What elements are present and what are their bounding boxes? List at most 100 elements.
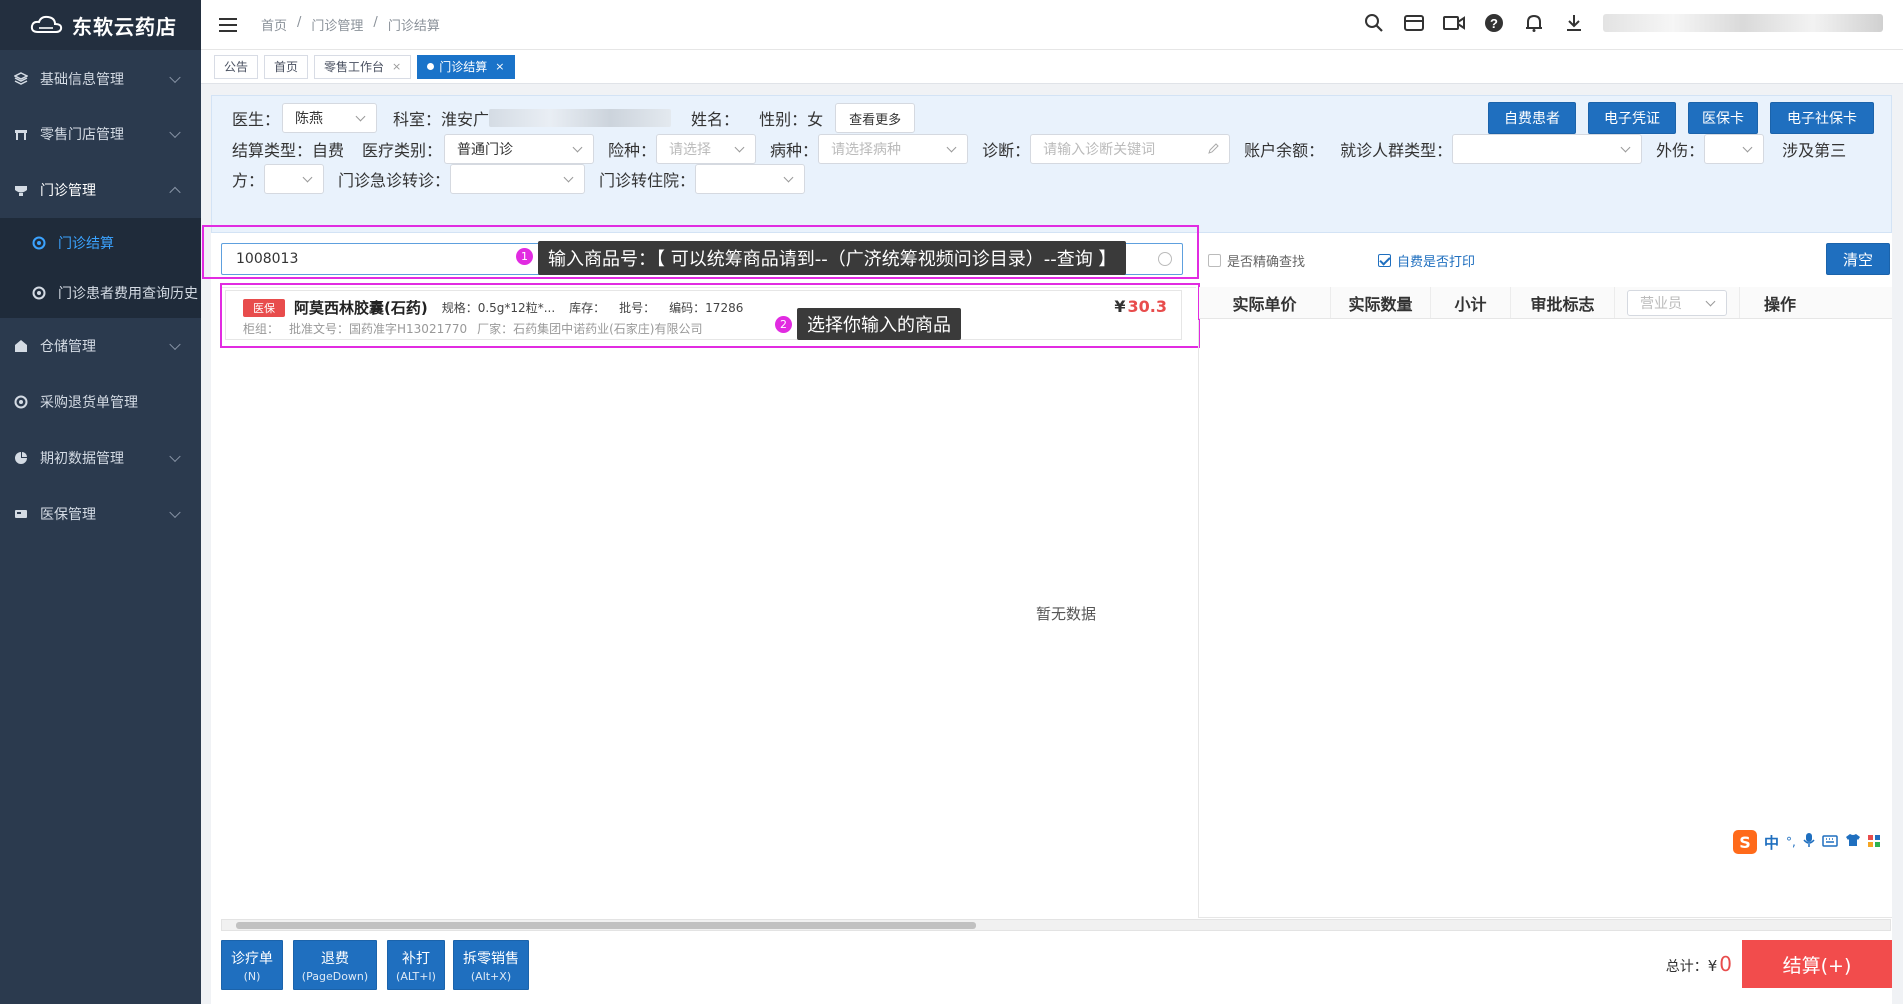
third-party-select[interactable]	[264, 164, 325, 194]
crowd-type-select[interactable]	[1452, 134, 1643, 164]
sidebar-item-patient-history[interactable]: 门诊患者费用查询历史	[0, 268, 201, 318]
price-symbol: ¥	[1114, 297, 1126, 316]
settle-icon	[30, 234, 48, 252]
scrollbar-thumb[interactable]	[236, 922, 976, 929]
menu-toggle-icon[interactable]	[219, 17, 237, 32]
exact-search-checkbox[interactable]: 是否精确查找	[1208, 251, 1305, 270]
button-shortcut: (N)	[243, 969, 261, 983]
chevron-down-icon	[734, 142, 745, 153]
sidebar-item-purchase-return[interactable]: 采购退货单管理	[0, 374, 201, 430]
close-icon[interactable]: ×	[495, 60, 504, 73]
bell-icon[interactable]	[1523, 12, 1545, 34]
e-social-card-button[interactable]: 电子社保卡	[1770, 102, 1874, 134]
diagnosis-input[interactable]: 请输入诊断关键词	[1030, 134, 1231, 164]
col-operation: 操作	[1763, 294, 1796, 314]
tab-retail-workbench[interactable]: 零售工作台 ×	[314, 54, 412, 79]
ime-lang[interactable]: 中	[1764, 832, 1779, 853]
crowd-type-label: 就诊人群类型：	[1340, 141, 1453, 160]
diagnosis-placeholder: 请输入诊断关键词	[1043, 142, 1156, 158]
bottom-action-bar: 诊疗单 (N) 退费 (PageDown) 补打 (ALT+I) 拆零销售 (Alt+X…	[211, 940, 1892, 1004]
clear-input-icon[interactable]	[1158, 252, 1172, 266]
ime-logo[interactable]: S	[1733, 830, 1757, 854]
cloud-logo-icon	[30, 15, 63, 33]
doctor-select[interactable]: 陈燕	[282, 103, 378, 133]
annotation-number-1: 1	[516, 248, 533, 265]
breadcrumb: 首页 / 门诊管理 / 门诊结算	[261, 15, 440, 34]
product-approval: 批准文号：国药准字H13021770	[289, 322, 468, 336]
sidebar-item-initial-data[interactable]: 期初数据管理	[0, 430, 201, 486]
empty-state-text: 暂无数据	[1036, 605, 1097, 623]
tab-home[interactable]: 首页	[264, 54, 309, 79]
sidebar-item-medical-insurance[interactable]: 医保管理	[0, 486, 201, 542]
reprint-button[interactable]: 补打 (ALT+I)	[387, 940, 445, 990]
grid-menu-icon[interactable]	[1867, 833, 1880, 851]
chevron-down-icon	[169, 71, 181, 84]
col-salesman: 营业员	[1615, 287, 1740, 318]
chevron-down-icon	[572, 142, 583, 153]
app-logo[interactable]: 东软云药店	[0, 0, 201, 50]
product-price: ¥30.3	[1114, 297, 1167, 316]
disease-label: 病种：	[770, 141, 819, 160]
refund-button[interactable]: 退费 (PageDown)	[293, 940, 377, 990]
chevron-up-icon	[169, 186, 181, 199]
disease-select[interactable]: 请选择病种	[818, 134, 969, 164]
stethoscope-icon	[12, 181, 30, 199]
sidebar-item-label: 门诊患者费用查询历史	[58, 286, 198, 302]
clear-button[interactable]: 清空	[1826, 243, 1890, 275]
history-icon	[30, 284, 48, 302]
user-info-redacted[interactable]	[1603, 14, 1883, 32]
breadcrumb-home[interactable]: 首页	[261, 15, 287, 34]
tab-label: 首页	[274, 60, 299, 74]
product-result-panel: 医保 阿莫西林胶囊(石药) 规格：0.5g*12粒*... 库存： 批号： 编码…	[220, 283, 1200, 967]
insurance-type-select[interactable]: 请选择	[656, 134, 757, 164]
keyboard-icon[interactable]	[1822, 833, 1838, 851]
horizontal-scrollbar[interactable]	[221, 919, 1891, 931]
ime-punct[interactable]: °,	[1786, 835, 1796, 849]
print-self-pay-checkbox[interactable]: 自费是否打印	[1378, 251, 1475, 270]
microphone-icon[interactable]	[1803, 832, 1815, 852]
emergency-transfer-select[interactable]	[450, 164, 586, 194]
treatment-sheet-button[interactable]: 诊疗单 (N)	[221, 940, 283, 990]
insurance-card-button[interactable]: 医保卡	[1688, 102, 1758, 134]
sidebar-item-label: 零售门店管理	[40, 127, 124, 143]
product-name: 阿莫西林胶囊(石药)	[294, 299, 428, 317]
app-name: 东软云药店	[72, 14, 177, 39]
balance-label: 账户余额：	[1244, 141, 1325, 160]
injury-select[interactable]	[1704, 134, 1765, 164]
sidebar-item-outpatient[interactable]: 门诊管理	[0, 162, 201, 218]
salesman-select[interactable]: 营业员	[1627, 289, 1727, 316]
sidebar-item-outpatient-settle[interactable]: 门诊结算	[0, 218, 201, 268]
download-icon[interactable]	[1563, 12, 1585, 34]
close-icon[interactable]: ×	[392, 60, 401, 73]
product-search-row: 1008013 1 输入商品号：【 可以统筹商品请到--（广济统筹视频问诊目录）…	[202, 225, 1892, 281]
col-subtotal: 小计	[1431, 287, 1511, 318]
dept-value: 淮安广	[441, 110, 490, 129]
name-label: 姓名：	[691, 110, 740, 129]
med-category-select[interactable]: 普通门诊	[444, 134, 595, 164]
hospital-transfer-select[interactable]	[695, 164, 806, 194]
view-more-button[interactable]: 查看更多	[835, 103, 916, 133]
sidebar-item-retail-store[interactable]: 零售门店管理	[0, 106, 201, 162]
chevron-down-icon	[1705, 296, 1716, 306]
sidebar-item-warehouse[interactable]: 仓储管理	[0, 318, 201, 374]
tab-notice[interactable]: 公告	[214, 54, 259, 79]
search-icon[interactable]	[1363, 12, 1385, 34]
sidebar-item-basic-info[interactable]: 基础信息管理	[0, 52, 201, 106]
emergency-transfer-label: 门诊急诊转诊：	[338, 171, 451, 190]
sidebar-item-label: 仓储管理	[40, 339, 96, 355]
video-icon[interactable]	[1443, 12, 1465, 34]
e-voucher-button[interactable]: 电子凭证	[1588, 102, 1676, 134]
help-icon[interactable]: ?	[1483, 12, 1505, 34]
split-sale-button[interactable]: 拆零销售 (Alt+X)	[453, 940, 529, 990]
breadcrumb-section[interactable]: 门诊管理	[311, 15, 363, 34]
skin-shirt-icon[interactable]	[1845, 833, 1861, 851]
tab-outpatient-settle[interactable]: 门诊结算 ×	[417, 54, 515, 79]
self-pay-button[interactable]: 自费患者	[1488, 102, 1576, 134]
cart-table-header: 实际单价 实际数量 小计 审批标志 营业员 操作	[1199, 287, 1892, 319]
settle-button[interactable]: 结算(+)	[1742, 940, 1892, 988]
total-label: 总计：	[1665, 959, 1708, 975]
chevron-down-icon	[169, 506, 181, 519]
sidebar-item-label: 采购退货单管理	[40, 395, 138, 411]
product-result-item[interactable]: 医保 阿莫西林胶囊(石药) 规格：0.5g*12粒*... 库存： 批号： 编码…	[220, 283, 1200, 348]
card-reader-icon[interactable]	[1403, 12, 1425, 34]
